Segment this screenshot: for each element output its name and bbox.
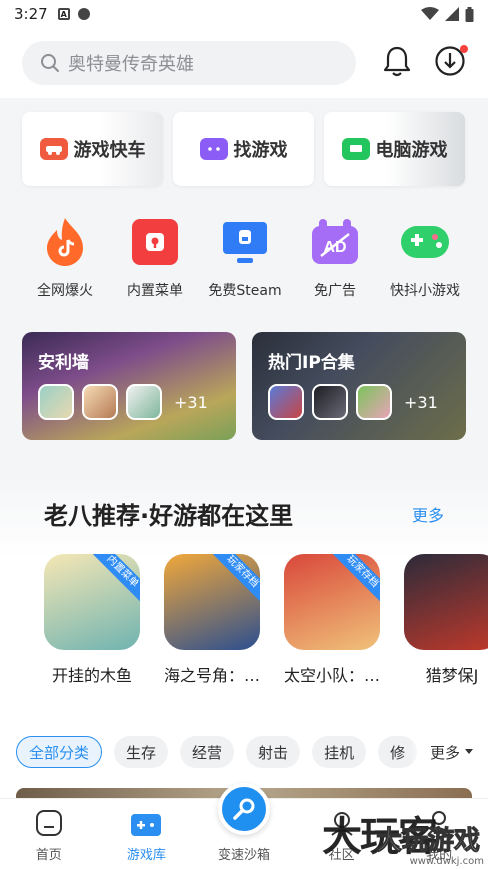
banner-avatars: +31 [268, 384, 438, 420]
notification-a-icon: A [57, 8, 70, 20]
search-placeholder: 奥特曼传奇英雄 [68, 54, 194, 75]
game-icon: 内置菜单 [44, 554, 140, 650]
home-icon [35, 810, 62, 836]
feature-shortcuts: 全网爆火 内置菜单 免费Steam AD 免广告 快抖小游戏 [20, 216, 470, 300]
feature-mini-games[interactable]: 快抖小游戏 [380, 216, 470, 300]
more-count: +31 [404, 392, 438, 412]
svg-text:AD: AD [323, 239, 346, 256]
feature-label: 快抖小游戏 [390, 283, 460, 299]
community-icon [330, 812, 353, 836]
game-avatar [312, 384, 348, 420]
steam-monitor-icon [219, 216, 271, 268]
game-ribbon: 玩家存档 [328, 554, 380, 606]
tag-idle[interactable]: 挂机 [312, 736, 367, 768]
tab-game-library[interactable]: 游戏库 [98, 799, 196, 869]
tab-home[interactable]: 首页 [0, 799, 98, 869]
tag-all[interactable]: 全部分类 [16, 736, 103, 768]
ally-wall-banner[interactable]: 安利墙 +31 [22, 332, 236, 440]
game-name: 开挂的木鱼 [51, 666, 132, 685]
recommend-section-title: 老八推荐·好游都在这里 [44, 502, 294, 530]
collection-banners: 安利墙 +31 热门IP合集 +31 [22, 332, 466, 440]
game-avatar [268, 384, 304, 420]
tags-more-button[interactable]: 更多 [410, 738, 488, 766]
gamepad-icon [199, 138, 228, 160]
feature-label: 全网爆火 [37, 283, 93, 299]
car-icon [39, 138, 68, 160]
main-content: 游戏快车 找游戏 电脑游戏 全网爆火 内置菜单 免费Steam AD 免广告 快… [0, 98, 488, 798]
game-ribbon: 玩家存档 [208, 554, 260, 606]
game-icon [404, 554, 488, 650]
tag-survival[interactable]: 生存 [114, 736, 169, 768]
tab-profile[interactable]: 我的 [390, 799, 488, 869]
mini-game-icon [399, 216, 451, 268]
flame-tiktok-icon [39, 216, 91, 268]
battery-icon [465, 6, 474, 22]
caret-down-icon [465, 749, 473, 754]
game-name: 太空小队：… [284, 666, 381, 685]
tab-label: 首页 [35, 848, 62, 863]
feature-label: 免费Steam [208, 283, 282, 299]
tag-management[interactable]: 经营 [180, 736, 235, 768]
game-library-icon [131, 814, 162, 836]
game-ribbon: 内置菜单 [88, 554, 140, 606]
banner-avatars: +31 [38, 384, 208, 420]
pc-games-card[interactable]: 电脑游戏 [324, 112, 465, 186]
search-bar[interactable]: 奥特曼传奇英雄 [22, 41, 356, 85]
monitor-icon [341, 138, 370, 160]
game-icon: 玩家存档 [164, 554, 260, 650]
download-badge [460, 45, 468, 53]
recommend-list: 内置菜单 开挂的木鱼 玩家存档 海之号角：… 玩家存档 太空小队：… 猎梦保J [44, 554, 488, 686]
feature-trending[interactable]: 全网爆火 [20, 216, 110, 300]
status-time: 3:27 [14, 5, 48, 23]
bell-icon [383, 46, 411, 77]
banner-title: 安利墙 [38, 353, 89, 373]
tab-label: 游戏库 [126, 848, 166, 863]
feature-free-steam[interactable]: 免费Steam [200, 216, 290, 300]
banner-title: 热门IP合集 [268, 353, 355, 373]
ad-block-icon: AD [309, 216, 361, 268]
tab-label: 变速沙箱 [217, 848, 270, 863]
quick-card-label: 电脑游戏 [375, 140, 448, 161]
game-name: 海之号角：… [164, 666, 261, 685]
top-header: 奥特曼传奇英雄 [0, 28, 488, 98]
game-avatar [38, 384, 74, 420]
game-express-card[interactable]: 游戏快车 [22, 112, 163, 186]
status-bar: 3:27 A [0, 0, 488, 28]
game-card[interactable]: 玩家存档 海之号角：… [164, 554, 260, 686]
hot-ip-banner[interactable]: 热门IP合集 +31 [252, 332, 466, 440]
game-avatar [126, 384, 162, 420]
more-count: +31 [174, 392, 208, 412]
search-icon [41, 54, 59, 72]
menu-app-icon [132, 219, 178, 265]
find-game-card[interactable]: 找游戏 [173, 112, 314, 186]
recommend-more-link[interactable]: 更多 [412, 502, 444, 526]
wifi-icon [421, 7, 439, 20]
speed-sandbox-button[interactable] [218, 783, 270, 835]
game-card[interactable]: 内置菜单 开挂的木鱼 [44, 554, 140, 686]
notification-button[interactable] [382, 45, 412, 81]
speed-sandbox-icon [233, 798, 255, 820]
signal-icon [445, 7, 459, 21]
download-manager-button[interactable] [434, 45, 468, 81]
feature-label: 免广告 [314, 283, 356, 299]
game-card[interactable]: 猎梦保J [404, 554, 488, 686]
tag-shooting[interactable]: 射击 [246, 736, 301, 768]
profile-icon [427, 811, 451, 836]
tab-label: 社区 [328, 848, 355, 863]
game-avatar [356, 384, 392, 420]
game-name: 猎梦保J [425, 666, 479, 685]
game-icon: 玩家存档 [284, 554, 380, 650]
tab-community[interactable]: 社区 [293, 799, 391, 869]
tab-label: 我的 [426, 848, 453, 863]
tags-more-label: 更多 [429, 743, 460, 762]
game-avatar [82, 384, 118, 420]
quick-card-label: 找游戏 [233, 140, 288, 161]
feature-built-in-menu[interactable]: 内置菜单 [110, 216, 200, 300]
game-card[interactable]: 玩家存档 太空小队：… [284, 554, 380, 686]
quick-card-label: 游戏快车 [73, 140, 146, 161]
quick-access-row: 游戏快车 找游戏 电脑游戏 [22, 112, 466, 186]
feature-ad-free[interactable]: AD 免广告 [290, 216, 380, 300]
feature-label: 内置菜单 [127, 283, 183, 299]
notification-dot-icon [77, 8, 90, 20]
